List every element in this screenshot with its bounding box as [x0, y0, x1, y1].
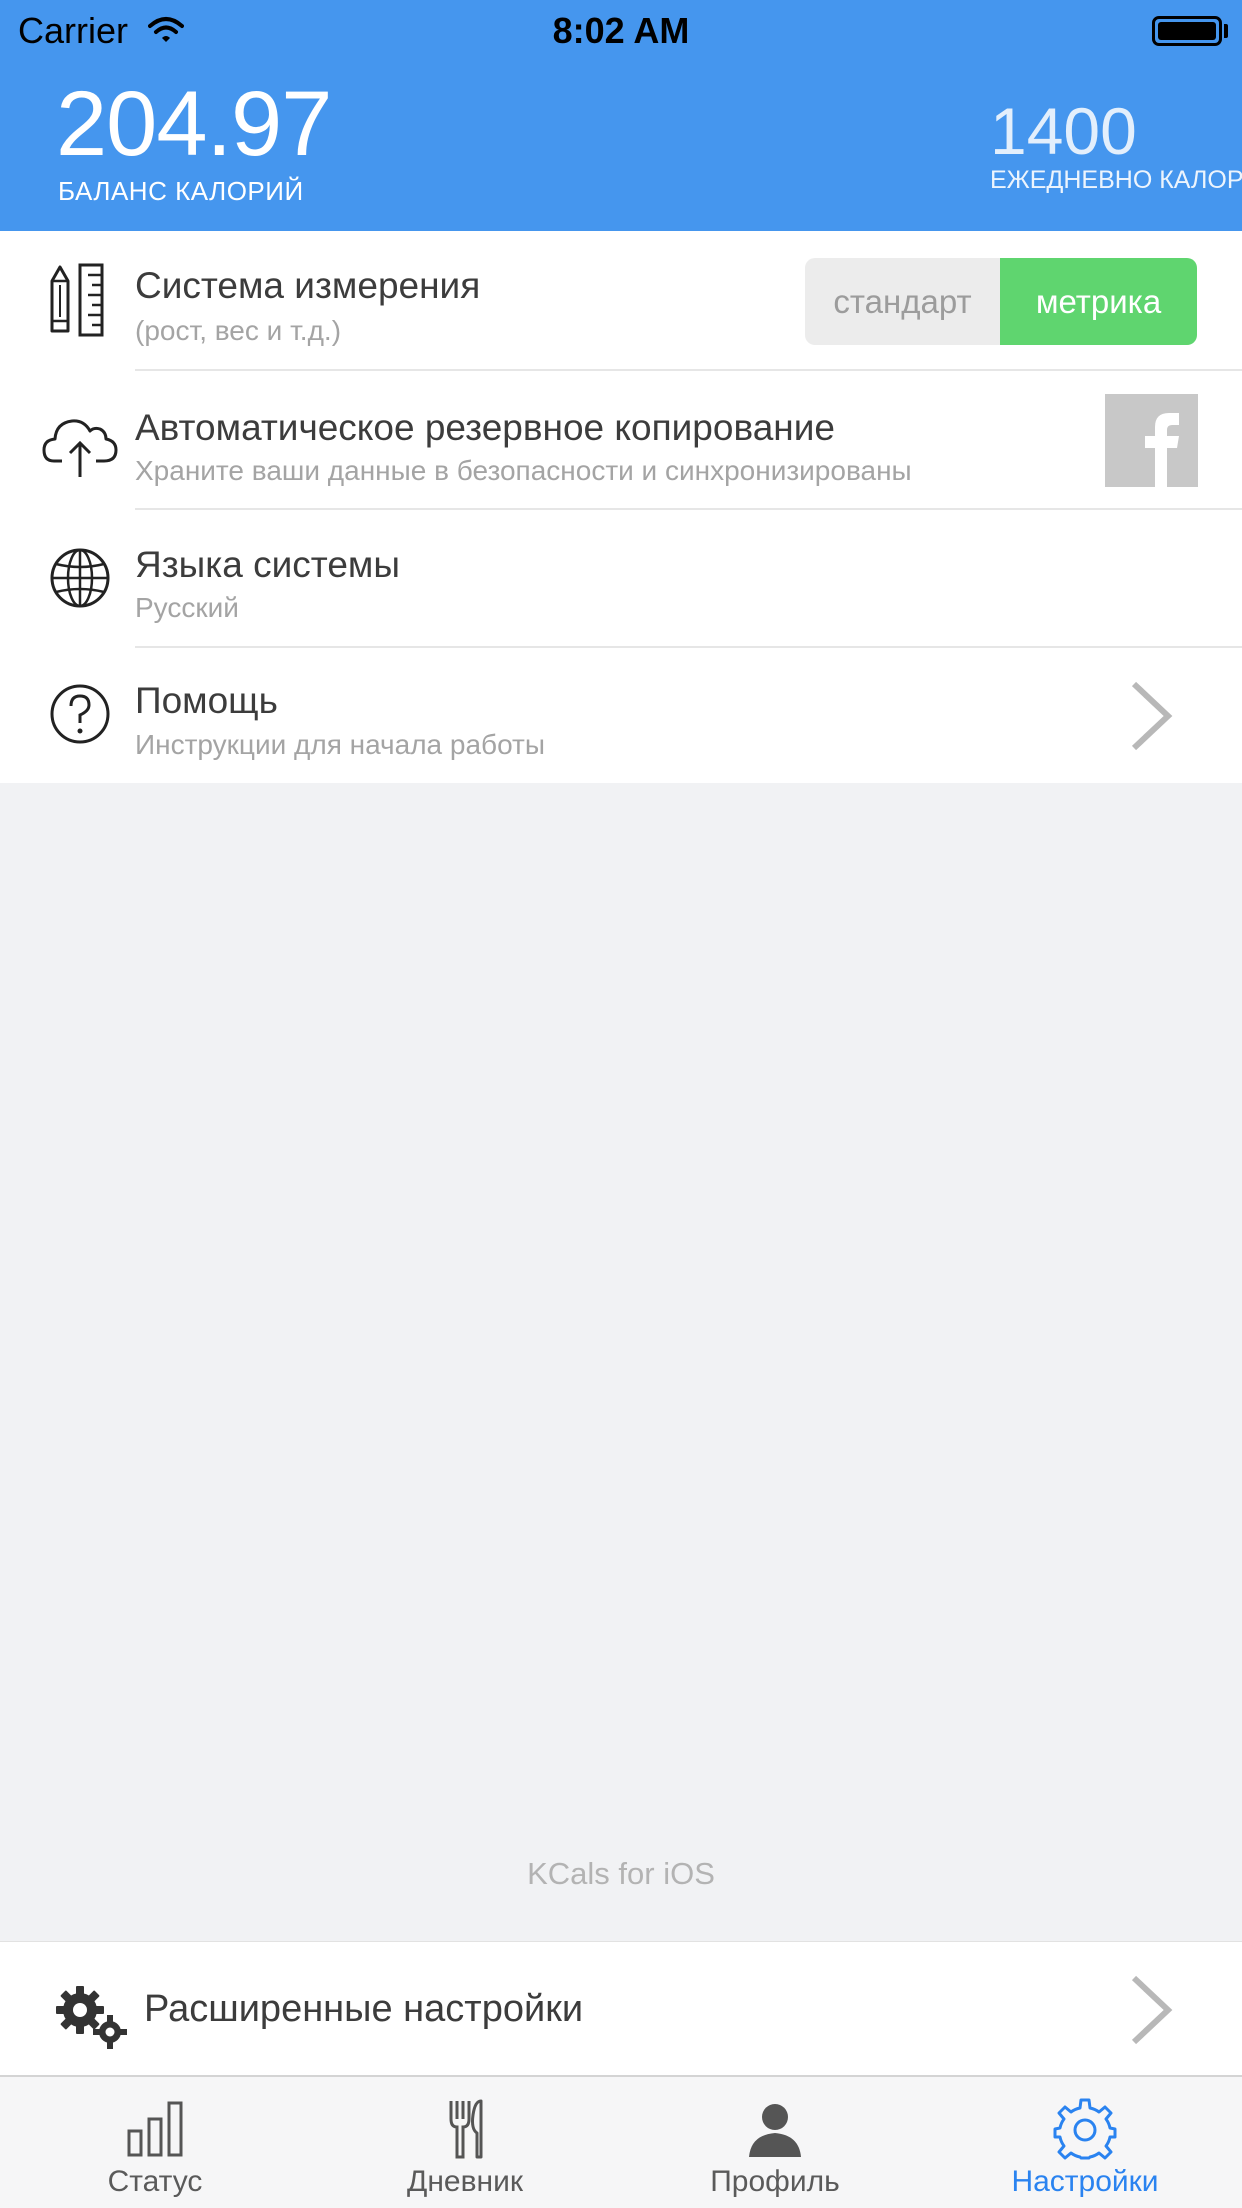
- gears-icon: [56, 1986, 127, 2049]
- battery-tip: [1224, 24, 1228, 38]
- setting-subtitle: Храните ваши данные в безопасности и син…: [135, 455, 912, 486]
- setting-title: Система измерения: [135, 265, 481, 306]
- tab-label: Дневник: [407, 2165, 523, 2198]
- tab-bar: Статус Дневник Профиль Настройки: [0, 2075, 1242, 2208]
- tab-label: Настройки: [1011, 2165, 1159, 2198]
- setting-subtitle: (рост, вес и т.д.): [135, 315, 342, 346]
- unit-segmented-control: стандарт метрика: [805, 258, 1197, 345]
- cloud-upload-icon: [42, 419, 118, 477]
- help-icon: [50, 684, 110, 744]
- setting-title: Языка системы: [135, 544, 400, 585]
- tab-profile[interactable]: Профиль: [620, 2077, 930, 2208]
- status-time: 8:02 AM: [552, 10, 690, 51]
- setting-system-language[interactable]: Языка системы Русский: [0, 510, 1242, 647]
- setting-subtitle: Русский: [135, 592, 239, 623]
- tab-status[interactable]: Статус: [0, 2077, 310, 2208]
- advanced-settings-label: Расширенные настройки: [144, 1988, 584, 2030]
- setting-subtitle: Инструкции для начала работы: [135, 729, 545, 760]
- user-icon: [749, 2104, 801, 2157]
- setting-title: Помощь: [135, 680, 278, 721]
- segment-metric[interactable]: метрика: [1000, 258, 1197, 345]
- bar-chart-icon: [127, 2101, 183, 2157]
- globe-icon: [50, 548, 110, 608]
- chevron-right-icon: [1131, 681, 1173, 751]
- segment-standard[interactable]: стандарт: [805, 258, 1000, 345]
- fork-knife-icon: [449, 2099, 483, 2159]
- daily-calories-value: 1400: [990, 94, 1137, 168]
- calorie-balance-label: БАЛАНС КАЛОРИЙ: [58, 176, 304, 206]
- gear-icon: [1053, 2098, 1117, 2160]
- tab-label: Профиль: [710, 2165, 840, 2198]
- setting-measurement-system: Система измерения (рост, вес и т.д.) ста…: [0, 231, 1242, 370]
- battery-icon: [1152, 16, 1222, 46]
- setting-title: Автоматическое резервное копирование: [135, 407, 835, 448]
- setting-help[interactable]: Помощь Инструкции для начала работы: [0, 648, 1242, 783]
- calorie-balance-value: 204.97: [56, 73, 332, 175]
- tab-diary[interactable]: Дневник: [310, 2077, 620, 2208]
- setting-auto-backup[interactable]: Автоматическое резервное копирование Хра…: [0, 371, 1242, 509]
- advanced-settings-row[interactable]: Расширенные настройки: [0, 1941, 1242, 2075]
- tab-settings[interactable]: Настройки: [930, 2077, 1240, 2208]
- header: Carrier 8:02 AM 204.97 БАЛАНС КАЛОРИЙ 14…: [0, 0, 1242, 231]
- tab-label: Статус: [107, 2165, 203, 2198]
- chevron-right-icon: [1131, 1975, 1173, 2045]
- facebook-icon[interactable]: [1105, 394, 1198, 487]
- daily-calories-label: ЕЖЕДНЕВНО КАЛОРИЙ: [990, 166, 1242, 194]
- app-version-note: KCals for iOS: [527, 1856, 715, 1891]
- ruler-pencil-icon: [50, 263, 104, 337]
- settings-list: Система измерения (рост, вес и т.д.) ста…: [0, 231, 1242, 783]
